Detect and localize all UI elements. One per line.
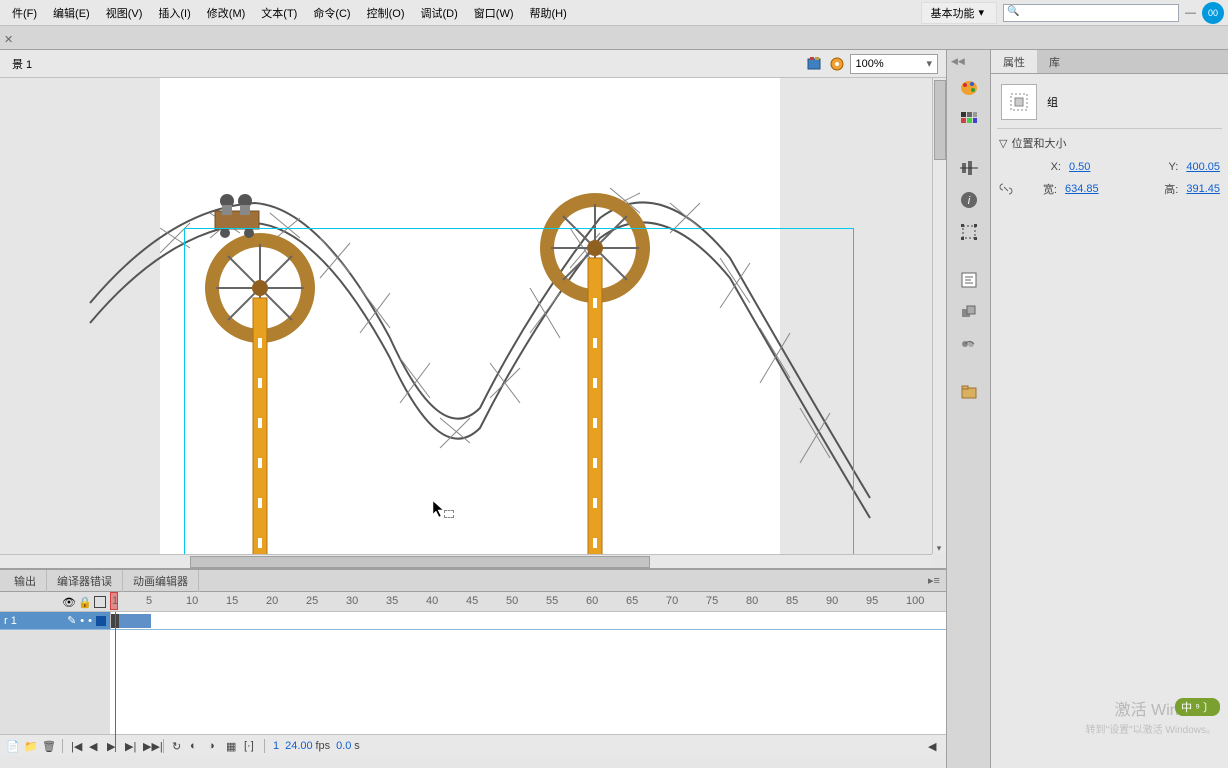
components-panel-icon[interactable]	[957, 301, 981, 323]
menu-insert[interactable]: 插入(I)	[150, 1, 198, 25]
chevron-down-icon: ▾	[978, 6, 984, 19]
motion-presets-icon[interactable]	[957, 333, 981, 355]
menu-file[interactable]: 件(F)	[4, 1, 45, 25]
y-label: Y:	[1140, 161, 1186, 173]
edit-multiple-icon[interactable]: ▦	[226, 740, 238, 752]
cs-live-badge[interactable]: 00	[1202, 2, 1224, 24]
width-label: 宽:	[1019, 181, 1065, 197]
layer-visible-dot[interactable]: •	[80, 615, 84, 627]
tab-properties[interactable]: 属性	[991, 50, 1037, 73]
height-value[interactable]: 391.45	[1186, 183, 1220, 195]
search-input[interactable]	[1003, 4, 1179, 22]
menu-commands[interactable]: 命令(C)	[305, 1, 358, 25]
menu-window[interactable]: 窗口(W)	[466, 1, 522, 25]
fps-value[interactable]: 24.00	[285, 740, 313, 752]
width-value[interactable]: 634.85	[1065, 183, 1099, 195]
frame-ruler[interactable]: 1 5 10 15 20 25 30 35 40 45 50 55 60 65 …	[110, 592, 946, 611]
scene-name[interactable]: 景 1	[8, 54, 36, 74]
menu-text[interactable]: 文本(T)	[253, 1, 305, 25]
time-value: 0.0	[336, 740, 351, 752]
tab-compiler-errors[interactable]: 编译器错误	[47, 570, 123, 592]
tab-library[interactable]: 库	[1037, 50, 1072, 73]
stage-wrapper: ▾	[0, 78, 946, 568]
align-panel-icon[interactable]	[957, 157, 981, 179]
edit-scene-icon[interactable]	[806, 55, 824, 73]
right-dock: ◀◀ i	[946, 50, 990, 768]
menu-control[interactable]: 控制(O)	[359, 1, 413, 25]
x-label: X:	[1023, 161, 1069, 173]
playhead-line	[115, 612, 116, 752]
layer-lock-dot[interactable]: •	[88, 615, 92, 627]
stage-scrollbar-horizontal[interactable]	[0, 554, 932, 568]
code-snippets-icon[interactable]	[957, 269, 981, 291]
fps-unit: fps	[315, 740, 330, 752]
loop-icon[interactable]: ↻	[172, 740, 184, 752]
tab-motion-editor[interactable]: 动画编辑器	[123, 570, 199, 592]
first-frame-icon[interactable]: |◀	[71, 740, 83, 752]
tab-close-icon[interactable]: ✕	[4, 33, 16, 45]
section-position-size[interactable]: ▽ 位置和大小	[997, 128, 1222, 157]
next-frame-icon[interactable]: ▶|	[125, 740, 137, 752]
menu-edit[interactable]: 编辑(E)	[45, 1, 98, 25]
menu-help[interactable]: 帮助(H)	[522, 1, 575, 25]
swatches-panel-icon[interactable]	[957, 109, 981, 131]
time-unit: s	[354, 740, 360, 752]
project-panel-icon[interactable]	[957, 381, 981, 403]
layer-row[interactable]: r 1 ✎ • •	[0, 612, 946, 630]
zoom-dropdown-icon[interactable]: ▾	[926, 57, 932, 70]
dock-expand-icon[interactable]: ◀◀	[951, 56, 965, 67]
timeline-scroll-left-icon[interactable]: ◀	[928, 740, 940, 752]
stage-scrollbar-vertical[interactable]	[932, 78, 946, 554]
panel-collapse-icon[interactable]: ▸≡	[928, 574, 942, 587]
edit-symbol-icon[interactable]	[828, 55, 846, 73]
eye-icon[interactable]: 👁	[62, 596, 74, 608]
transform-panel-icon[interactable]	[957, 221, 981, 243]
properties-panel: 属性 库 组 ▽ 位置和大小 X: 0.50 Y: 400.05	[990, 50, 1228, 768]
instance-type-label: 组	[1047, 94, 1058, 110]
document-tabbar: ✕	[0, 26, 1228, 50]
info-panel-icon[interactable]: i	[957, 189, 981, 211]
zoom-input[interactable]	[850, 54, 938, 74]
new-folder-icon[interactable]: 📁	[24, 740, 36, 752]
outline-icon[interactable]	[94, 596, 106, 608]
menu-debug[interactable]: 调试(D)	[413, 1, 466, 25]
triangle-down-icon: ▽	[999, 137, 1007, 150]
workspace-selector[interactable]: 基本功能 ▾	[921, 2, 997, 24]
menu-bar: 件(F) 编辑(E) 视图(V) 插入(I) 修改(M) 文本(T) 命令(C)…	[0, 0, 1228, 26]
group-icon	[1001, 84, 1037, 120]
timeline-panel: 输出 编译器错误 动画编辑器 ▸≡ 👁 🔒 1 5 10 15 20	[0, 568, 946, 768]
stage[interactable]	[160, 78, 780, 568]
ime-badge[interactable]: 中 ⁹ 〕	[1175, 698, 1220, 716]
scroll-arrow-icon[interactable]: ▾	[932, 543, 946, 554]
minimize-icon[interactable]: —	[1185, 7, 1196, 19]
y-value[interactable]: 400.05	[1186, 161, 1220, 173]
pencil-icon: ✎	[67, 614, 76, 627]
last-frame-icon[interactable]: ▶▶|	[143, 740, 155, 752]
color-panel-icon[interactable]	[957, 77, 981, 99]
onion-outline-icon[interactable]: ◑	[208, 740, 220, 752]
lock-icon[interactable]: 🔒	[78, 596, 90, 608]
height-label: 高:	[1140, 181, 1186, 197]
layer-label: r 1	[4, 615, 17, 627]
scene-bar: 景 1 ▾	[0, 50, 946, 78]
current-frame-value[interactable]: 1	[273, 740, 279, 752]
new-layer-icon[interactable]: 📄	[6, 740, 18, 752]
menu-modify[interactable]: 修改(M)	[199, 1, 254, 25]
menu-view[interactable]: 视图(V)	[98, 1, 151, 25]
tab-output[interactable]: 输出	[4, 570, 47, 592]
search-icon: 🔍	[1007, 6, 1019, 17]
layer-outline-box[interactable]	[96, 616, 106, 626]
delete-layer-icon[interactable]: 🗑	[42, 740, 54, 752]
onion-marker-icon[interactable]: [·]	[244, 740, 256, 752]
x-value[interactable]: 0.50	[1069, 161, 1090, 173]
layer-frames[interactable]	[110, 612, 946, 629]
prev-frame-icon[interactable]: ◀	[89, 740, 101, 752]
workspace-label: 基本功能	[930, 5, 974, 21]
onion-skin-icon[interactable]: ◐	[190, 740, 202, 752]
play-icon[interactable]: ▶	[107, 740, 119, 752]
link-dimensions-icon[interactable]	[999, 182, 1013, 196]
